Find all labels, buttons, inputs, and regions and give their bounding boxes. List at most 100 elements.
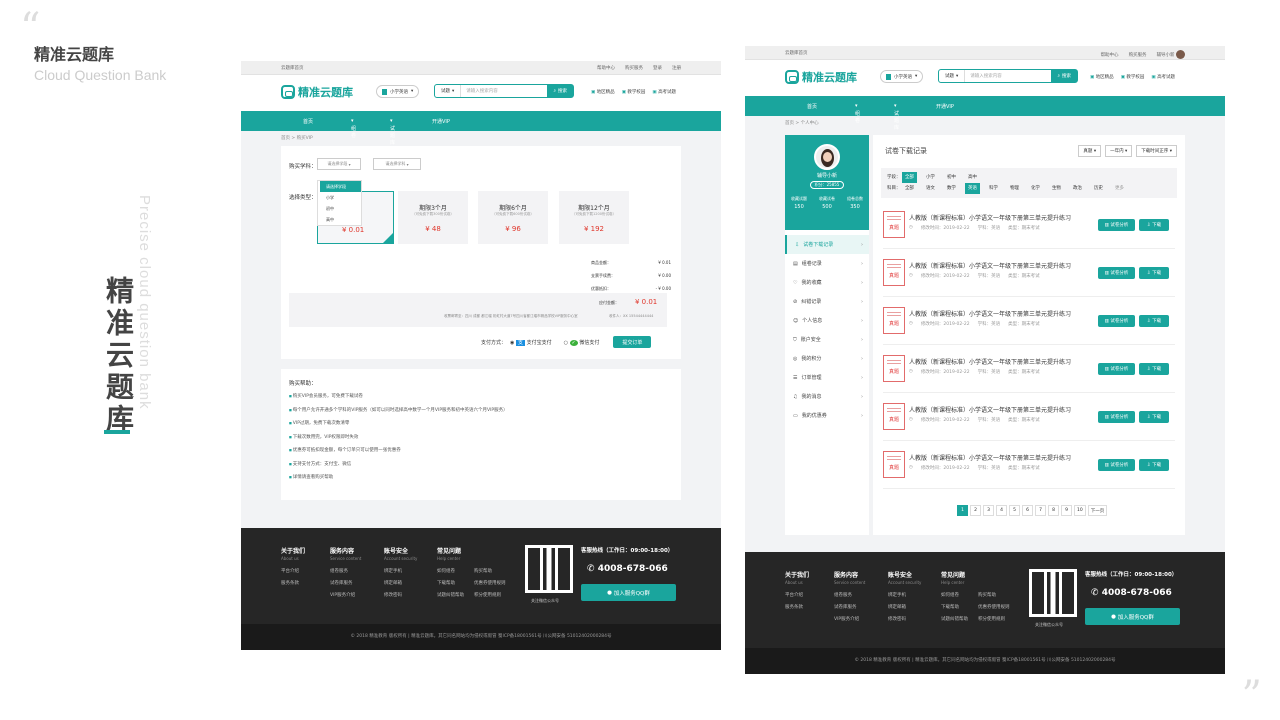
- footer-link[interactable]: 平台介绍: [785, 590, 809, 602]
- topbar-register[interactable]: 注册: [672, 65, 681, 71]
- link-campus[interactable]: 教学校园: [622, 89, 645, 95]
- nav-question-bank[interactable]: 试题库 ▾: [390, 118, 395, 146]
- subject-filter[interactable]: 英语: [964, 183, 980, 194]
- plan-3-month[interactable]: 期限3个月 （可免费下载300份试卷） ¥ 48: [398, 191, 468, 244]
- subject-filter[interactable]: 全部: [902, 183, 917, 194]
- page-button[interactable]: 5: [1009, 505, 1020, 516]
- link-regional[interactable]: 地区精品: [591, 89, 615, 95]
- page-button[interactable]: 6: [1022, 505, 1033, 516]
- footer-link[interactable]: 绑定邮箱: [384, 578, 417, 590]
- menu-points[interactable]: ◎ 我的积分 ›: [785, 349, 869, 368]
- page-button[interactable]: 4: [996, 505, 1007, 516]
- paper-analysis-button[interactable]: ▥ 试卷分析: [1098, 315, 1135, 327]
- page-button[interactable]: 7: [1035, 505, 1046, 516]
- footer-link[interactable]: 购买帮助: [978, 590, 1010, 602]
- nav-compose[interactable]: 组卷 ▾: [855, 103, 860, 124]
- page-button[interactable]: 3: [983, 505, 994, 516]
- footer-link[interactable]: 优惠券使用规则: [474, 578, 506, 590]
- menu-orders[interactable]: ☰ 订单管理 ›: [785, 368, 869, 387]
- download-button[interactable]: ⇩ 下载: [1139, 459, 1169, 471]
- search-button[interactable]: ⌕ 搜索: [1051, 70, 1077, 82]
- footer-link[interactable]: 组卷服务: [834, 590, 865, 602]
- page-button[interactable]: 10: [1074, 505, 1086, 516]
- subject-filter-more[interactable]: 更多: [1112, 183, 1127, 194]
- page-button[interactable]: 2: [970, 505, 981, 516]
- footer-link[interactable]: 下载帮助: [941, 602, 968, 614]
- link-gaokao[interactable]: 高考试题: [1151, 74, 1175, 80]
- record-title[interactable]: 人教版（新课程标准）小学语文一年级下册第三单元提升练习: [909, 405, 1071, 414]
- record-title[interactable]: 人教版（新课程标准）小学语文一年级下册第三单元提升练习: [909, 213, 1071, 222]
- footer-link[interactable]: 积分使用规则: [978, 614, 1010, 626]
- home-link[interactable]: 云题库首页: [281, 65, 304, 71]
- nav-home[interactable]: 首页: [303, 118, 313, 125]
- stage-filter[interactable]: 小学: [923, 172, 938, 183]
- dropdown-option[interactable]: 初中: [320, 203, 361, 214]
- footer-link[interactable]: 购买帮助: [474, 566, 506, 578]
- paper-analysis-button[interactable]: ▥ 试卷分析: [1098, 363, 1135, 375]
- paper-analysis-button[interactable]: ▥ 试卷分析: [1098, 459, 1135, 471]
- footer-link[interactable]: 平台介绍: [281, 566, 305, 578]
- footer-link[interactable]: 修改密码: [384, 590, 417, 602]
- dropdown-option[interactable]: 小学: [320, 192, 361, 203]
- sort-range-select[interactable]: 一年内 ▾: [1105, 145, 1133, 157]
- footer-link[interactable]: 绑定手机: [888, 590, 921, 602]
- nav-question-bank[interactable]: 试题库 ▾: [894, 103, 899, 131]
- download-button[interactable]: ⇩ 下载: [1139, 411, 1169, 423]
- nav-vip[interactable]: 开通VIP: [936, 103, 954, 110]
- footer-link[interactable]: 修改密码: [888, 614, 921, 626]
- submit-order-button[interactable]: 提交订单: [613, 336, 652, 348]
- menu-messages[interactable]: ♫ 我的消息 ›: [785, 387, 869, 406]
- footer-link[interactable]: VIP服务介绍: [330, 590, 361, 602]
- footer-link[interactable]: 试卷库服务: [834, 602, 865, 614]
- topbar-buy[interactable]: 购买服务: [625, 65, 643, 71]
- menu-error-records[interactable]: ⊘ 纠错记录 ›: [785, 292, 869, 311]
- subject-filter[interactable]: 语文: [923, 183, 938, 194]
- next-page-button[interactable]: 下一页: [1087, 505, 1108, 516]
- nav-compose[interactable]: 组卷 ▾: [351, 118, 356, 139]
- logo[interactable]: 精准云题库: [785, 69, 857, 85]
- menu-download-records[interactable]: ⇩ 试卷下载记录 ›: [785, 235, 869, 254]
- download-button[interactable]: ⇩ 下载: [1139, 363, 1169, 375]
- join-qq-group-button[interactable]: ● 加入服务QQ群: [581, 584, 676, 601]
- menu-account-security[interactable]: ⛉ 账户安全 ›: [785, 330, 869, 349]
- stage-filter[interactable]: 初中: [944, 172, 959, 183]
- topbar-buy[interactable]: 购买服务: [1129, 52, 1147, 58]
- search-input[interactable]: 请输入搜索内容: [965, 73, 1051, 79]
- paper-analysis-button[interactable]: ▥ 试卷分析: [1098, 267, 1135, 279]
- topbar-login[interactable]: 登录: [653, 65, 662, 71]
- paper-analysis-button[interactable]: ▥ 试卷分析: [1098, 411, 1135, 423]
- link-regional[interactable]: 地区精品: [1090, 74, 1114, 80]
- subject-filter[interactable]: 生物: [1049, 183, 1064, 194]
- record-title[interactable]: 人教版（新课程标准）小学语文一年级下册第三单元提升练习: [909, 309, 1071, 318]
- stat-favorite-questions[interactable]: 收藏试题 150: [791, 194, 807, 212]
- dropdown-option[interactable]: 高中: [320, 214, 361, 225]
- stage-select[interactable]: 请选择学段 ▾: [317, 158, 361, 170]
- record-title[interactable]: 人教版（新课程标准）小学语文一年级下册第三单元提升练习: [909, 261, 1071, 270]
- subject-filter[interactable]: 科学: [986, 183, 1001, 194]
- alipay-option[interactable]: ◉ 支 支付宝支付: [510, 339, 552, 346]
- stage-filter[interactable]: 高中: [965, 172, 980, 183]
- page-button[interactable]: 8: [1048, 505, 1059, 516]
- nav-vip[interactable]: 开通VIP: [432, 118, 450, 125]
- grade-select[interactable]: 小学英语 ▾: [880, 70, 924, 83]
- dropdown-option[interactable]: 请选择学段: [320, 181, 361, 192]
- menu-coupons[interactable]: ▭ 我的优惠券 ›: [785, 406, 869, 425]
- footer-link[interactable]: 绑定手机: [384, 566, 417, 578]
- help-item[interactable]: 详情请查看购买帮助: [289, 471, 673, 485]
- download-button[interactable]: ⇩ 下载: [1139, 267, 1169, 279]
- footer-link[interactable]: 试题纠错帮助: [941, 614, 968, 626]
- link-campus[interactable]: 教学校园: [1121, 74, 1144, 80]
- footer-link[interactable]: 积分使用规则: [474, 590, 506, 602]
- download-button[interactable]: ⇩ 下载: [1139, 219, 1169, 231]
- sort-type-select[interactable]: 真题 ▾: [1078, 145, 1102, 157]
- paper-analysis-button[interactable]: ▥ 试卷分析: [1098, 219, 1135, 231]
- stat-compose-total[interactable]: 组卷总数 350: [847, 194, 863, 212]
- footer-link[interactable]: 服务条款: [281, 578, 305, 590]
- search-type-select[interactable]: 试题 ▾: [435, 85, 462, 97]
- wechat-option[interactable]: ○ ✓ 微信支付: [564, 339, 599, 346]
- download-button[interactable]: ⇩ 下载: [1139, 315, 1169, 327]
- subject-filter[interactable]: 物理: [1007, 183, 1022, 194]
- grade-select[interactable]: 小学英语 ▾: [376, 85, 420, 98]
- link-gaokao[interactable]: 高考试题: [652, 89, 676, 95]
- join-qq-group-button[interactable]: ● 加入服务QQ群: [1085, 608, 1180, 625]
